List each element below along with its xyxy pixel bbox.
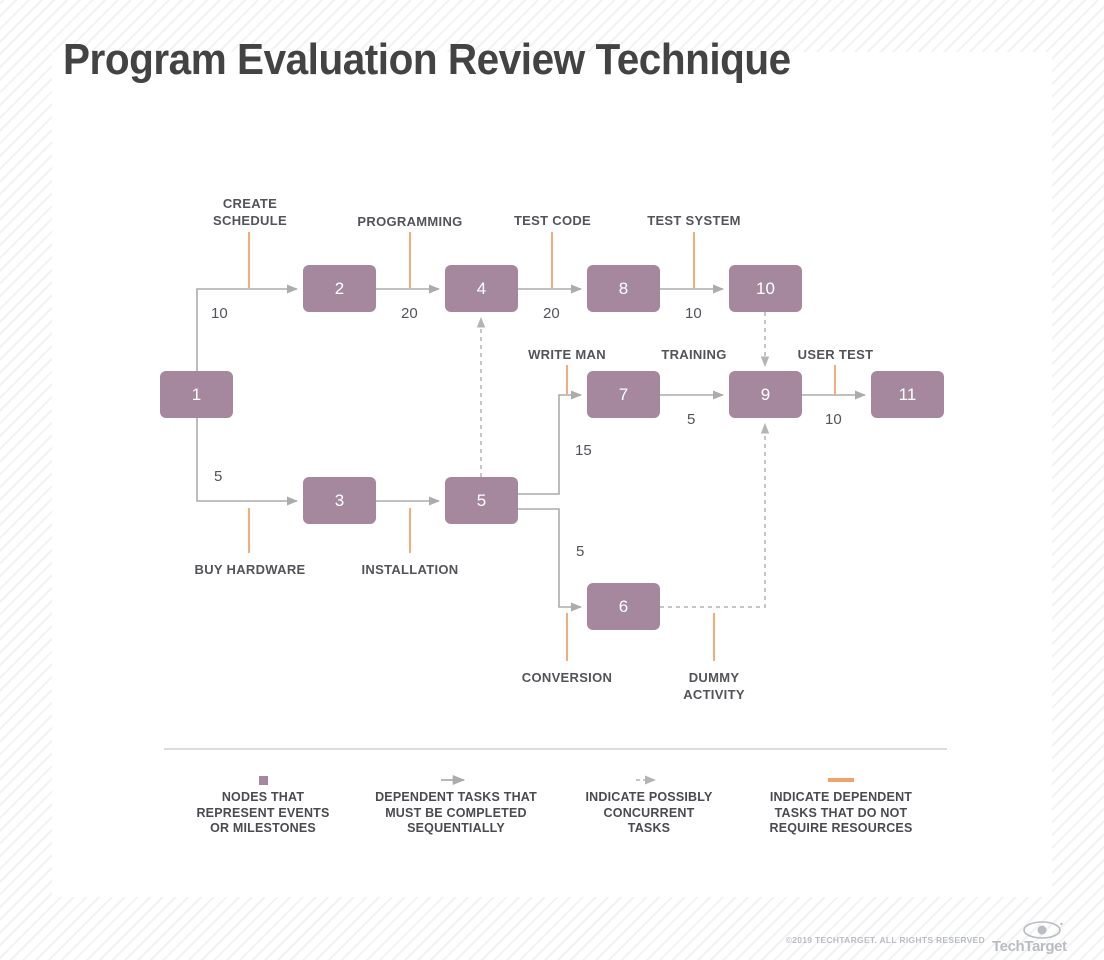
task-label-dummy-activity: DUMMY ACTIVITY [683, 670, 745, 702]
node-8[interactable]: 8 [587, 265, 660, 312]
dashed-arrow-icon [578, 770, 720, 790]
duration-2-4: 20 [401, 305, 418, 322]
footer: ©2019 TECHTARGET. ALL RIGHTS RESERVED Te… [700, 921, 1067, 957]
duration-4-8: 20 [543, 305, 560, 322]
node-5[interactable]: 5 [445, 477, 518, 524]
task-label-conversion: CONVERSION [521, 670, 613, 685]
task-label-test-code: TEST CODE [513, 213, 592, 228]
node-1[interactable]: 1 [160, 371, 233, 418]
task-label-buy-hardware: BUY HARDWARE [194, 562, 306, 577]
task-label-test-system: TEST SYSTEM [647, 213, 741, 228]
node-10[interactable]: 10 [729, 265, 802, 312]
duration-1-2: 10 [211, 305, 228, 322]
node-3[interactable]: 3 [303, 477, 376, 524]
duration-7-9: 5 [687, 411, 696, 428]
techtarget-logo: TechTarget [992, 921, 1067, 957]
task-label-user-test: USER TEST [797, 347, 874, 362]
node-11[interactable]: 11 [871, 371, 944, 418]
duration-9-11: 10 [825, 411, 842, 428]
techtarget-wordmark: TechTarget [992, 938, 1067, 955]
node-6[interactable]: 6 [587, 583, 660, 630]
node-4[interactable]: 4 [445, 265, 518, 312]
legend-label-sequential: DEPENDENT TASKS THAT MUST BE COMPLETED S… [375, 790, 537, 835]
duration-8-10: 10 [685, 305, 702, 322]
legend-label-dependent: INDICATE DEPENDENT TASKS THAT DO NOT REQ… [769, 790, 913, 835]
legend-item-concurrent: INDICATE POSSIBLY CONCURRENT TASKS [578, 770, 720, 837]
legend-label-nodes: NODES THAT REPRESENT EVENTS OR MILESTONE… [196, 790, 330, 835]
duration-1-3: 5 [214, 468, 223, 485]
legend-divider [164, 748, 947, 750]
legend-item-sequential: DEPENDENT TASKS THAT MUST BE COMPLETED S… [370, 770, 542, 837]
node-7[interactable]: 7 [587, 371, 660, 418]
node-2[interactable]: 2 [303, 265, 376, 312]
duration-5-7: 15 [575, 442, 592, 459]
legend-label-concurrent: INDICATE POSSIBLY CONCURRENT TASKS [585, 790, 713, 835]
page-title: Program Evaluation Review Technique [63, 35, 791, 84]
orange-bar-icon [760, 770, 922, 790]
node-9[interactable]: 9 [729, 371, 802, 418]
purple-square-icon [188, 770, 338, 790]
copyright-text: ©2019 TECHTARGET. ALL RIGHTS RESERVED [785, 935, 985, 945]
task-label-write-man: WRITE MAN [528, 347, 606, 362]
task-label-installation: INSTALLATION [361, 562, 459, 577]
task-label-programming: PROGRAMMING [357, 214, 463, 229]
legend-item-dependent: INDICATE DEPENDENT TASKS THAT DO NOT REQ… [760, 770, 922, 837]
legend-item-nodes: NODES THAT REPRESENT EVENTS OR MILESTONE… [188, 770, 338, 837]
duration-5-6: 5 [576, 543, 585, 560]
solid-arrow-icon [370, 770, 542, 790]
task-label-training: TRAINING [661, 347, 727, 362]
task-label-create-schedule: CREATE SCHEDULE [213, 196, 287, 228]
